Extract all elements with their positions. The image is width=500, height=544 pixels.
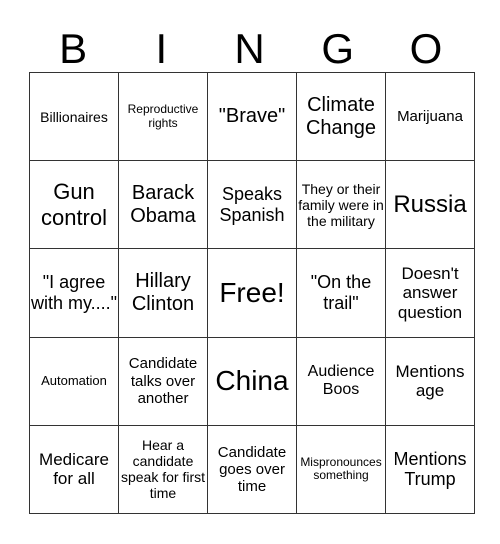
board-row: "I agree with my...." Hillary Clinton Fr… — [29, 248, 475, 338]
bingo-cell[interactable]: Candidate goes over time — [207, 424, 297, 515]
header-letter-n: N — [234, 25, 265, 72]
bingo-cell[interactable]: Candidate talks over another — [118, 336, 208, 426]
bingo-cell[interactable]: Reproductive rights — [118, 71, 208, 162]
header-letter-i: I — [155, 25, 168, 72]
header-letter-g: G — [321, 25, 355, 72]
bingo-cell[interactable]: "Brave" — [207, 71, 297, 162]
board-row: Billionaires Reproductive rights "Brave"… — [29, 71, 475, 162]
bingo-cell[interactable]: Mentions Trump — [385, 424, 475, 515]
bingo-cell[interactable]: Hillary Clinton — [118, 248, 208, 338]
bingo-cell[interactable]: Automation — [29, 336, 119, 426]
free-space[interactable]: Free! — [207, 248, 297, 338]
header-letter-b: B — [59, 25, 88, 72]
board-row: Gun control Barack Obama Speaks Spanish … — [29, 160, 475, 250]
bingo-cell[interactable]: Speaks Spanish — [207, 160, 297, 250]
bingo-board: Billionaires Reproductive rights "Brave"… — [29, 71, 475, 515]
bingo-header: B I N G O — [29, 26, 470, 72]
bingo-cell[interactable]: Gun control — [29, 160, 119, 250]
bingo-cell[interactable]: Russia — [385, 160, 475, 250]
header-letter-o: O — [409, 25, 443, 72]
bingo-cell[interactable]: Audience Boos — [296, 336, 386, 426]
bingo-cell[interactable]: "I agree with my...." — [29, 248, 119, 338]
bingo-cell[interactable]: Mispronounces something — [296, 424, 386, 515]
bingo-cell[interactable]: Billionaires — [29, 71, 119, 162]
board-row: Medicare for all Hear a candidate speak … — [29, 424, 475, 515]
bingo-cell[interactable]: Hear a candidate speak for first time — [118, 424, 208, 515]
bingo-cell[interactable]: "On the trail" — [296, 248, 386, 338]
bingo-cell[interactable]: Barack Obama — [118, 160, 208, 250]
bingo-cell[interactable]: Marijuana — [385, 71, 475, 162]
board-row: Automation Candidate talks over another … — [29, 336, 475, 426]
bingo-cell[interactable]: Mentions age — [385, 336, 475, 426]
bingo-cell[interactable]: Climate Change — [296, 71, 386, 162]
bingo-cell[interactable]: Medicare for all — [29, 424, 119, 515]
bingo-cell[interactable]: China — [207, 336, 297, 426]
bingo-cell[interactable]: They or their family were in the militar… — [296, 160, 386, 250]
bingo-cell[interactable]: Doesn't answer question — [385, 248, 475, 338]
